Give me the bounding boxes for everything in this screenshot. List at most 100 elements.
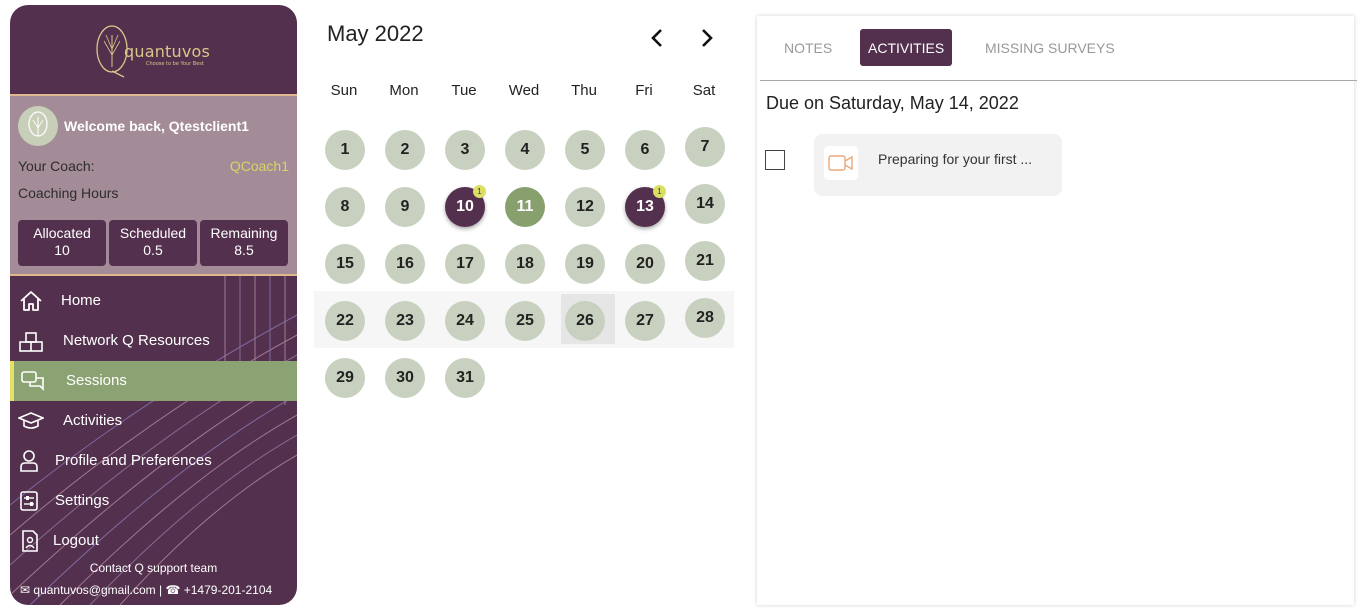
calendar-month-title: May 2022 xyxy=(327,21,424,46)
sidebar-item-profile-and-preferences[interactable]: Profile and Preferences xyxy=(10,441,297,481)
avatar[interactable] xyxy=(18,106,58,146)
day-number: 24 xyxy=(456,312,474,329)
user-icon xyxy=(20,450,38,472)
calendar-day-26[interactable]: 26 xyxy=(565,301,605,341)
calendar-day-6[interactable]: 6 xyxy=(625,130,665,170)
sidebar-item-label: Sessions xyxy=(66,372,127,389)
hours-allocated: Allocated 10 xyxy=(18,220,106,266)
calendar-week: 8 9 10 1 11 12 13 1 14 xyxy=(314,177,734,234)
day-number: 18 xyxy=(516,255,534,272)
calendar-day-21[interactable]: 21 xyxy=(685,241,725,281)
calendar-day-12[interactable]: 12 xyxy=(565,187,605,227)
calendar-day-23[interactable]: 23 xyxy=(385,301,425,341)
tab-missing-surveys[interactable]: MISSING SURVEYS xyxy=(977,29,1123,66)
coaching-hours: Allocated 10 Scheduled 0.5 Remaining 8.5 xyxy=(18,220,288,266)
tab-activities[interactable]: ACTIVITIES xyxy=(860,29,953,66)
calendar-day-4[interactable]: 4 xyxy=(505,130,545,170)
day-number: 28 xyxy=(696,309,714,326)
calendar-day-14[interactable]: 14 xyxy=(685,184,725,224)
calendar-day-5[interactable]: 5 xyxy=(565,130,605,170)
coach-label: Your Coach: xyxy=(18,158,95,174)
calendar-day-9[interactable]: 9 xyxy=(385,187,425,227)
sidebar-item-sessions[interactable]: Sessions xyxy=(10,361,297,401)
calendar-day-29[interactable]: 29 xyxy=(325,358,365,398)
day-number: 2 xyxy=(400,141,410,158)
sidebar-item-label: Settings xyxy=(55,492,110,509)
hours-allocated-value: 10 xyxy=(54,242,70,258)
weekday-label: Fri xyxy=(635,82,653,99)
weekday-label: Sat xyxy=(692,82,716,99)
day-number: 30 xyxy=(396,369,414,386)
brand-logo[interactable]: quantuvos Choose to be Your Best xyxy=(10,5,297,93)
calendar-day-24[interactable]: 24 xyxy=(445,301,485,341)
profile-card: Welcome back, Qtestclient1 Your Coach: Q… xyxy=(10,94,297,276)
calendar-day-10[interactable]: 10 1 xyxy=(445,185,486,227)
contact-email[interactable]: quantuvos@gmail.com xyxy=(33,583,155,597)
contact-details: ✉ quantuvos@gmail.com | ☎ +1479-201-2104 xyxy=(20,583,272,597)
calendar-day-28[interactable]: 28 xyxy=(685,298,725,338)
hours-remaining-value: 8.5 xyxy=(234,242,254,258)
sidebar-item-settings[interactable]: Settings xyxy=(10,481,297,521)
activity-checkbox[interactable] xyxy=(765,150,785,170)
activity-title: Preparing for your first ... xyxy=(878,151,1033,167)
day-number: 8 xyxy=(340,198,350,215)
calendar-day-20[interactable]: 20 xyxy=(625,244,665,284)
day-number: 29 xyxy=(336,369,354,386)
day-number: 19 xyxy=(576,255,594,272)
day-number: 22 xyxy=(336,312,354,329)
calendar-day-2[interactable]: 2 xyxy=(385,130,425,170)
sidebar-item-label: Network Q Resources xyxy=(63,332,210,349)
weekday-label: Thu xyxy=(571,82,597,99)
sidebar: quantuvos Choose to be Your Best Welcome… xyxy=(10,5,297,605)
contact-title: Contact Q support team xyxy=(89,561,218,575)
sidebar-nav: Home Network Q Resources Sessions Activi… xyxy=(10,281,297,561)
video-camera-icon xyxy=(824,146,858,180)
coach-name[interactable]: QCoach1 xyxy=(230,158,289,174)
tab-notes[interactable]: NOTES xyxy=(776,29,840,66)
calendar-day-13[interactable]: 13 1 xyxy=(625,185,666,227)
day-number: 13 xyxy=(636,198,654,215)
calendar-grid: 1 2 3 4 5 6 7 8 9 10 1 11 12 13 1 14 15 16 17 18 19 20 21 22 23 2… xyxy=(314,120,734,405)
brand-tagline: Choose to be Your Best xyxy=(146,61,204,67)
panel-tabs: NOTES ACTIVITIES MISSING SURVEYS xyxy=(760,16,1357,81)
sidebar-item-activities[interactable]: Activities xyxy=(10,401,297,441)
day-number: 4 xyxy=(520,141,530,158)
calendar-day-22[interactable]: 22 xyxy=(325,301,365,341)
next-month-button[interactable] xyxy=(695,26,719,50)
previous-month-button[interactable] xyxy=(645,26,669,50)
calendar-day-15[interactable]: 15 xyxy=(325,244,365,284)
calendar-day-27[interactable]: 27 xyxy=(625,301,665,341)
hours-remaining: Remaining 8.5 xyxy=(200,220,288,266)
coaching-hours-label: Coaching Hours xyxy=(18,185,119,201)
hours-scheduled-value: 0.5 xyxy=(143,242,163,258)
calendar-day-30[interactable]: 30 xyxy=(385,358,425,398)
calendar-day-16[interactable]: 16 xyxy=(385,244,425,284)
calendar-day-17[interactable]: 17 xyxy=(445,244,485,284)
weekday-label: Mon xyxy=(389,82,419,99)
calendar-day-31[interactable]: 31 xyxy=(445,358,485,398)
sidebar-item-home[interactable]: Home xyxy=(10,281,297,321)
sidebar-item-label: Activities xyxy=(63,412,123,429)
calendar-week: 15 16 17 18 19 20 21 xyxy=(314,234,734,291)
hours-scheduled-label: Scheduled xyxy=(119,225,187,241)
calendar-day-19[interactable]: 19 xyxy=(565,244,605,284)
calendar-day-18[interactable]: 18 xyxy=(505,244,545,284)
calendar-day-25[interactable]: 25 xyxy=(505,301,545,341)
day-number: 16 xyxy=(396,255,414,272)
calendar-day-11[interactable]: 11 xyxy=(505,187,545,227)
day-number: 17 xyxy=(456,255,474,272)
day-number: 27 xyxy=(636,312,654,329)
calendar-day-8[interactable]: 8 xyxy=(325,187,365,227)
day-number: 11 xyxy=(516,198,534,215)
calendar-day-7[interactable]: 7 xyxy=(685,127,725,167)
event-count-badge: 1 xyxy=(473,185,486,198)
calendar-day-3[interactable]: 3 xyxy=(445,130,485,170)
sidebar-item-logout[interactable]: Logout xyxy=(10,521,297,561)
day-number: 9 xyxy=(400,198,410,215)
calendar-day-1[interactable]: 1 xyxy=(325,130,365,170)
activity-card[interactable]: Preparing for your first ... xyxy=(814,134,1062,196)
contact-phone[interactable]: +1479-201-2104 xyxy=(184,583,272,597)
weekday-label: Tue xyxy=(451,82,477,99)
sidebar-item-network-q-resources[interactable]: Network Q Resources xyxy=(10,321,297,361)
graduation-cap-icon xyxy=(18,412,44,429)
